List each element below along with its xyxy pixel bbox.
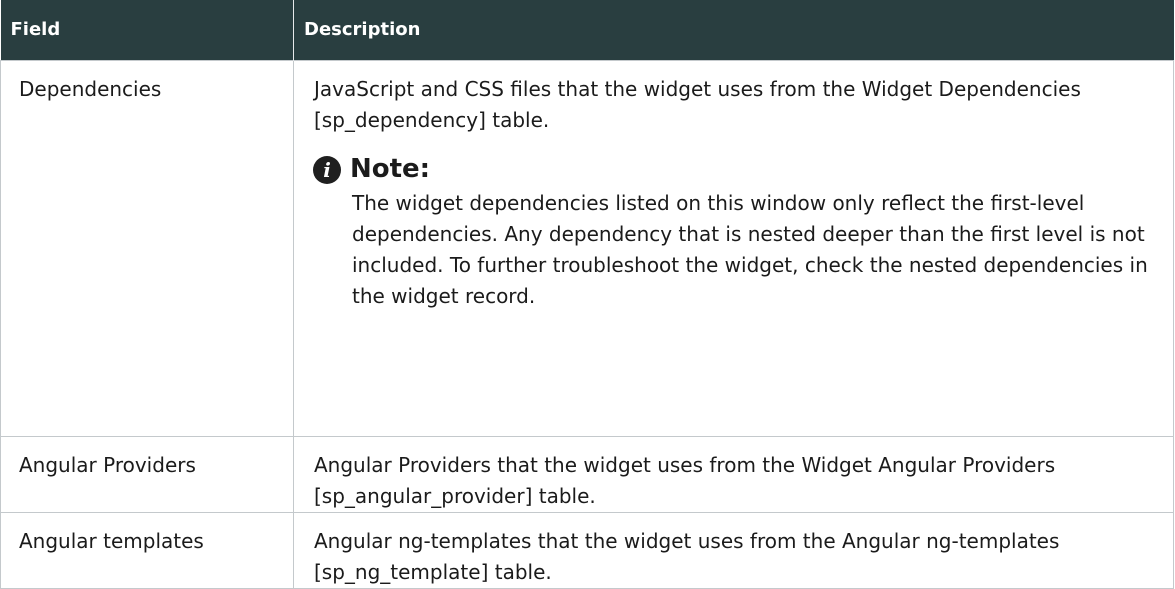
table-row: Angular templates Angular ng-templates t… xyxy=(0,511,1174,589)
description-cell-dependencies: JavaScript and CSS files that the widget… xyxy=(293,59,1174,437)
fields-table: Field Description Dependencies JavaScrip… xyxy=(0,0,1174,589)
header-field: Field xyxy=(0,0,294,60)
table-body: Dependencies JavaScript and CSS files th… xyxy=(0,59,1174,589)
header-description: Description xyxy=(293,0,1174,60)
description-cell-angular-providers: Angular Providers that the widget uses f… xyxy=(293,435,1174,513)
field-cell-angular-providers: Angular Providers xyxy=(0,435,294,513)
info-icon: i xyxy=(313,155,341,184)
note-title: Note: xyxy=(350,154,431,184)
field-cell-dependencies: Dependencies xyxy=(0,59,294,437)
header-row: Field Description xyxy=(0,0,1174,60)
note-block: i Note: The widget dependencies listed o… xyxy=(313,152,1149,312)
table-row: Dependencies JavaScript and CSS files th… xyxy=(0,59,1174,437)
note-header: i Note: xyxy=(313,152,1149,188)
table-header: Field Description xyxy=(0,0,1174,60)
note-body: The widget dependencies listed on this w… xyxy=(352,190,1148,308)
field-cell-angular-templates: Angular templates xyxy=(0,511,294,589)
description-cell-angular-templates: Angular ng-templates that the widget use… xyxy=(293,511,1174,589)
description-text: JavaScript and CSS files that the widget… xyxy=(314,76,1081,132)
table-row: Angular Providers Angular Providers that… xyxy=(0,435,1174,513)
